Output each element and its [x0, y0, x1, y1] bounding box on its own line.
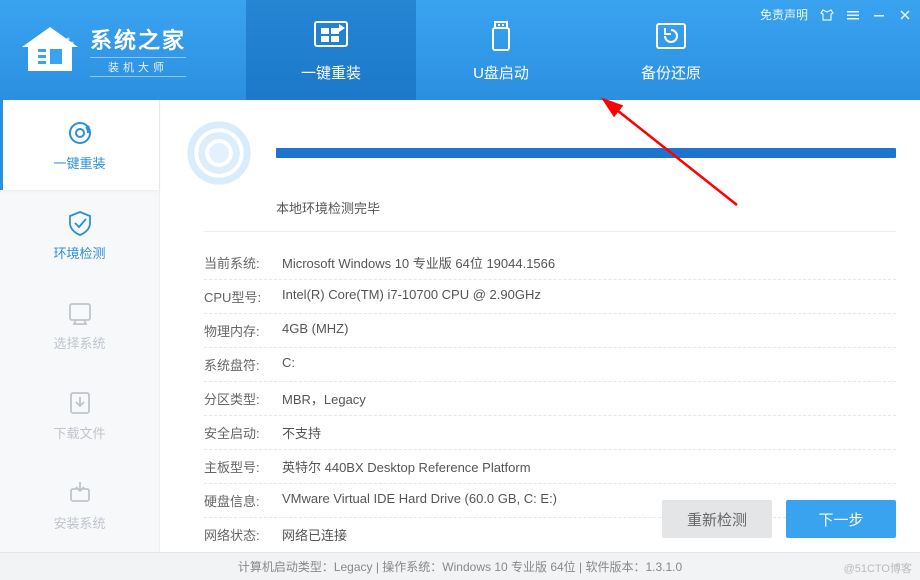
windows-reinstall-icon: [311, 18, 351, 54]
watermark: @51CTO博客: [844, 560, 912, 576]
app-logo: 系统之家 装机大师: [0, 23, 206, 77]
info-row-motherboard: 主板型号:英特尔 440BX Desktop Reference Platfor…: [204, 450, 896, 484]
info-row-secureboot: 安全启动:不支持: [204, 416, 896, 450]
usb-boot-icon: [481, 18, 521, 54]
sidebar-item-download[interactable]: 下载文件: [0, 370, 159, 460]
info-label: 主板型号:: [204, 457, 282, 476]
install-icon: [66, 479, 94, 507]
info-label: 安全启动:: [204, 423, 282, 442]
logo-subtitle: 装机大师: [90, 57, 186, 77]
footer-text: 计算机启动类型：Legacy | 操作系统：Windows 10 专业版 64位…: [238, 558, 682, 575]
sidebar-item-label: 选择系统: [53, 333, 105, 352]
progress-bar: [276, 148, 896, 158]
tab-reinstall[interactable]: 一键重装: [246, 0, 416, 100]
minimize-icon[interactable]: [872, 8, 886, 22]
scan-status-text: 本地环境检测完毕: [276, 198, 896, 217]
app-header: 系统之家 装机大师 一键重装 U盘启动 备份还原 免责声明: [0, 0, 920, 100]
status-bar: 计算机启动类型：Legacy | 操作系统：Windows 10 专业版 64位…: [0, 552, 920, 580]
sidebar-item-env-check[interactable]: 环境检测: [0, 190, 159, 280]
select-system-icon: [66, 299, 94, 327]
sidebar-item-label: 下载文件: [53, 423, 105, 442]
divider: [204, 231, 896, 232]
main-panel: 本地环境检测完毕 当前系统:Microsoft Windows 10 专业版 6…: [160, 100, 920, 552]
sidebar-item-label: 安装系统: [53, 513, 105, 532]
next-button[interactable]: 下一步: [786, 500, 896, 538]
tab-usb-boot[interactable]: U盘启动: [416, 0, 586, 100]
info-value: MBR，Legacy: [282, 389, 366, 408]
info-value: VMware Virtual IDE Hard Drive (60.0 GB, …: [282, 491, 557, 510]
logo-title: 系统之家: [90, 23, 186, 55]
sidebar-item-label: 一键重装: [53, 153, 105, 172]
info-row-cpu: CPU型号:Intel(R) Core(TM) i7-10700 CPU @ 2…: [204, 280, 896, 314]
info-label: 分区类型:: [204, 389, 282, 408]
shield-check-icon: [66, 209, 94, 237]
info-value: 4GB (MHZ): [282, 321, 348, 340]
tab-label: U盘启动: [473, 62, 529, 83]
info-label: 硬盘信息:: [204, 491, 282, 510]
house-logo-icon: [20, 25, 80, 75]
info-label: 当前系统:: [204, 253, 282, 272]
disclaimer-link[interactable]: 免责声明: [760, 6, 808, 23]
sidebar: 一键重装 环境检测 选择系统 下载文件 安装系统: [0, 100, 160, 552]
info-value: 网络已连接: [282, 525, 347, 544]
tab-label: 备份还原: [641, 62, 701, 83]
info-label: 系统盘符:: [204, 355, 282, 374]
info-row-memory: 物理内存:4GB (MHZ): [204, 314, 896, 348]
window-controls: 免责声明: [760, 6, 912, 23]
sidebar-item-reinstall[interactable]: 一键重装: [0, 100, 159, 190]
close-icon[interactable]: [898, 8, 912, 22]
backup-restore-icon: [651, 18, 691, 54]
header-tabs: 一键重装 U盘启动 备份还原: [246, 0, 756, 100]
info-value: C:: [282, 355, 295, 374]
tab-label: 一键重装: [301, 62, 361, 83]
info-label: CPU型号:: [204, 287, 282, 306]
skin-icon[interactable]: [820, 8, 834, 22]
rescan-button[interactable]: 重新检测: [662, 500, 772, 538]
info-value: Intel(R) Core(TM) i7-10700 CPU @ 2.90GHz: [282, 287, 541, 306]
info-label: 网络状态:: [204, 525, 282, 544]
download-icon: [66, 389, 94, 417]
info-row-sysdrive: 系统盘符:C:: [204, 348, 896, 382]
info-row-os: 当前系统:Microsoft Windows 10 专业版 64位 19044.…: [204, 246, 896, 280]
info-value: Microsoft Windows 10 专业版 64位 19044.1566: [282, 253, 555, 272]
radar-scan-icon: [184, 118, 254, 188]
menu-icon[interactable]: [846, 8, 860, 22]
info-label: 物理内存:: [204, 321, 282, 340]
sidebar-item-select-system[interactable]: 选择系统: [0, 280, 159, 370]
sidebar-item-label: 环境检测: [53, 243, 105, 262]
info-value: 不支持: [282, 423, 321, 442]
info-row-partition: 分区类型:MBR，Legacy: [204, 382, 896, 416]
tab-backup-restore[interactable]: 备份还原: [586, 0, 756, 100]
sidebar-item-install[interactable]: 安装系统: [0, 460, 159, 550]
info-value: 英特尔 440BX Desktop Reference Platform: [282, 457, 531, 476]
target-icon: [66, 119, 94, 147]
